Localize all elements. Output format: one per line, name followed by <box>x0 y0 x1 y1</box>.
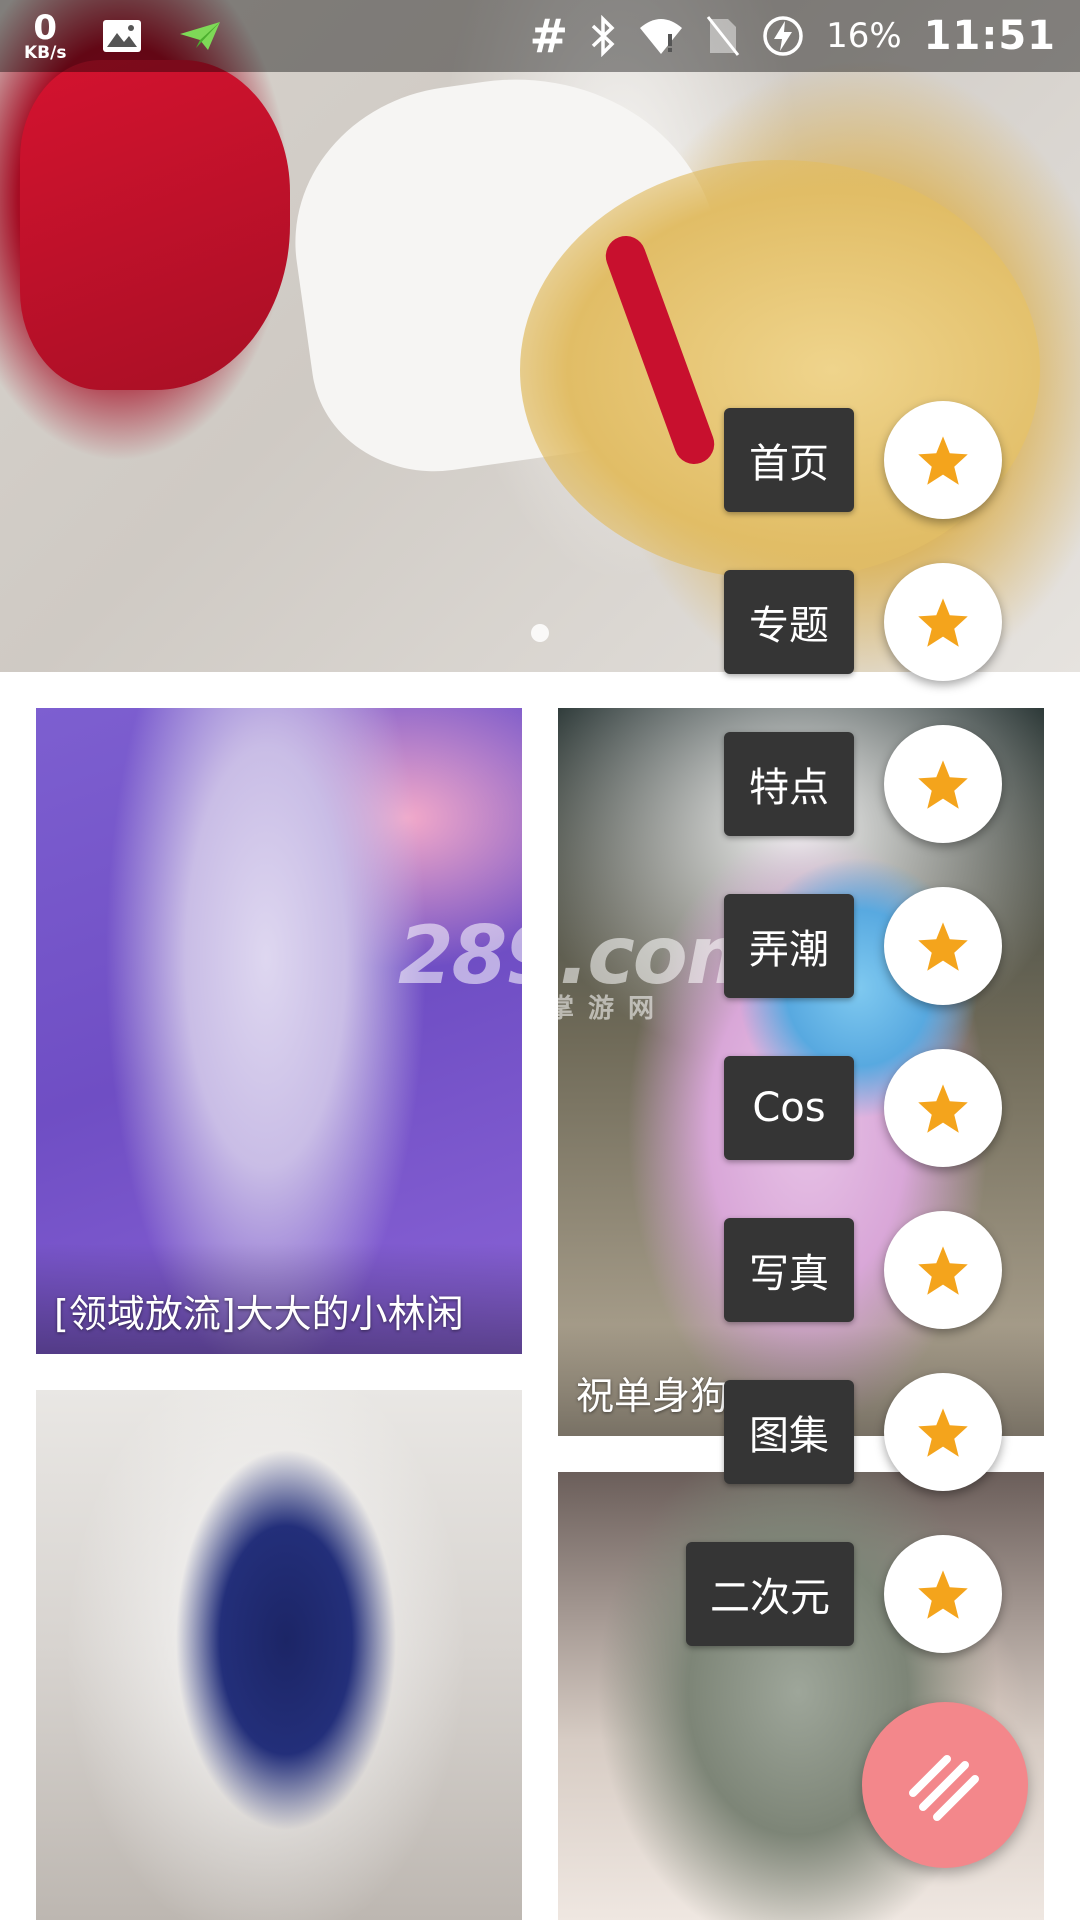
banner-image-part <box>20 60 290 390</box>
speed-dial-item-anime[interactable]: 二次元 <box>686 1535 1002 1653</box>
star-icon <box>918 1570 968 1619</box>
battery-percent: 16% <box>826 16 902 56</box>
speed-dial-mini-button[interactable] <box>884 563 1002 681</box>
hash-symbol: # <box>529 9 569 63</box>
star-icon <box>918 760 968 809</box>
speed-dial-item-photos[interactable]: 写真 <box>724 1211 1002 1329</box>
speed-dial-label[interactable]: Cos <box>724 1056 854 1160</box>
speed-dial-label[interactable]: 图集 <box>724 1380 854 1484</box>
star-icon <box>918 436 968 485</box>
speed-dial-item-trends[interactable]: 弄潮 <box>724 887 1002 1005</box>
speed-dial-label[interactable]: 二次元 <box>686 1542 854 1646</box>
wifi-icon <box>638 16 684 56</box>
watermark-text: 289.com <box>398 909 769 1002</box>
gallery-card[interactable] <box>36 1390 522 1920</box>
speed-dial-mini-button[interactable] <box>884 887 1002 1005</box>
speed-dial-mini-button[interactable] <box>884 1211 1002 1329</box>
star-icon <box>918 1408 968 1457</box>
watermark-logo: 289.com 掌游网 <box>398 916 769 1023</box>
bluetooth-icon <box>590 15 616 57</box>
speed-dial-mini-button[interactable] <box>884 1535 1002 1653</box>
send-icon <box>178 20 222 52</box>
speed-dial-item-home[interactable]: 首页 <box>724 401 1002 519</box>
network-speed: 0 KB/s <box>24 11 66 62</box>
clock: 11:51 <box>923 13 1056 59</box>
star-icon <box>918 1246 968 1295</box>
no-sim-icon <box>706 15 740 57</box>
network-speed-unit: KB/s <box>24 42 67 63</box>
speed-dial-label[interactable]: 特点 <box>724 732 854 836</box>
star-icon <box>918 1084 968 1133</box>
speed-dial-item-topics[interactable]: 专题 <box>724 563 1002 681</box>
network-speed-value: 0 <box>33 7 58 48</box>
menu-lines-icon <box>909 1755 979 1821</box>
speed-dial-label[interactable]: 首页 <box>724 408 854 512</box>
speed-dial-main-button[interactable] <box>862 1702 1028 1868</box>
speed-dial-item-gallery[interactable]: 图集 <box>724 1373 1002 1491</box>
pager-dot <box>531 624 549 642</box>
star-icon <box>918 922 968 971</box>
speed-dial-mini-button[interactable] <box>884 401 1002 519</box>
image-icon <box>102 19 142 53</box>
speed-dial-label[interactable]: 写真 <box>724 1218 854 1322</box>
status-bar: 0 KB/s # 16% 11:51 <box>0 0 1080 72</box>
star-icon <box>918 598 968 647</box>
card-caption: [领域放流]大大的小林闲 <box>36 1243 522 1354</box>
speed-dial-mini-button[interactable] <box>884 1373 1002 1491</box>
speed-dial-item-cos[interactable]: Cos <box>724 1049 1002 1167</box>
speed-dial-label[interactable]: 专题 <box>724 570 854 674</box>
gallery-card[interactable]: [领域放流]大大的小林闲 <box>36 708 522 1354</box>
battery-charging-icon <box>762 15 804 57</box>
speed-dial-mini-button[interactable] <box>884 725 1002 843</box>
speed-dial-label[interactable]: 弄潮 <box>724 894 854 998</box>
speed-dial-mini-button[interactable] <box>884 1049 1002 1167</box>
speed-dial-item-features[interactable]: 特点 <box>724 725 1002 843</box>
